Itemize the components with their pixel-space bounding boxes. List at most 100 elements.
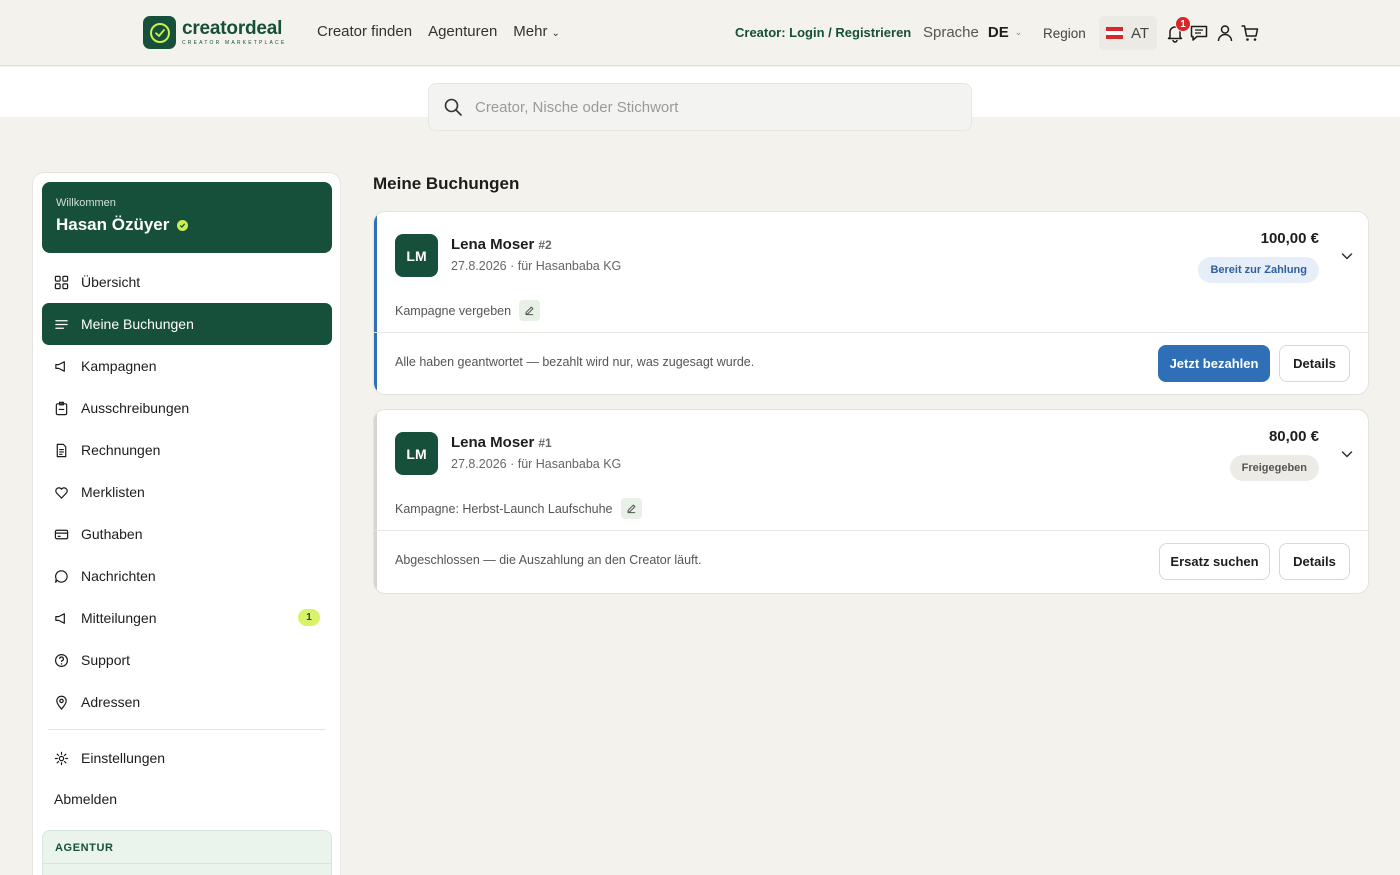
sidebar-item-label: Nachrichten bbox=[81, 568, 156, 584]
creator-name: Lena Moser #1 bbox=[451, 434, 552, 451]
mitteilungen-count-badge: 1 bbox=[298, 609, 320, 626]
chevron-down-icon: ⌄ bbox=[551, 28, 560, 39]
edit-icon[interactable] bbox=[620, 498, 642, 519]
sidebar-item-meine-buchungen[interactable]: Meine Buchungen bbox=[42, 303, 332, 345]
chevron-down-icon: ⌄ bbox=[1014, 27, 1023, 37]
creator-name-text: Lena Moser bbox=[451, 434, 535, 451]
card-divider bbox=[374, 530, 1368, 531]
gear-icon bbox=[54, 751, 69, 765]
sidebar-item-label: Rechnungen bbox=[81, 442, 161, 458]
logout-link[interactable]: Abmelden bbox=[54, 791, 117, 807]
logo[interactable]: creatordeal CREATOR MARKETPLACE bbox=[143, 16, 286, 49]
sidebar-item-mitteilungen[interactable]: Mitteilungen 1 bbox=[42, 597, 332, 639]
card-divider bbox=[374, 332, 1368, 333]
sidebar-item-nachrichten[interactable]: Nachrichten bbox=[42, 555, 332, 597]
region-value: AT bbox=[1131, 24, 1150, 42]
avatar: LM bbox=[395, 234, 438, 277]
campaign-label: Kampagne vergeben bbox=[395, 303, 512, 318]
nav-creator-finden[interactable]: Creator finden bbox=[317, 23, 412, 40]
sidebar-item-einstellungen[interactable]: Einstellungen bbox=[42, 737, 332, 779]
booking-note: Alle haben geantwortet — bezahlt wird nu… bbox=[395, 355, 755, 369]
logo-check-icon bbox=[143, 16, 176, 49]
sidebar-item-kampagnen[interactable]: Kampagnen bbox=[42, 345, 332, 387]
sidebar-item-label: Einstellungen bbox=[81, 750, 166, 766]
logo-tagline: CREATOR MARKETPLACE bbox=[182, 40, 287, 46]
sidebar-item-label: Kampagnen bbox=[81, 358, 157, 374]
creator-name-text: Lena Moser bbox=[451, 236, 535, 253]
sidebar: Willkommen Hasan Özüyer Übersicht Meine … bbox=[32, 172, 341, 875]
booking-note: Abgeschlossen — die Auszahlung an den Cr… bbox=[395, 553, 702, 567]
austria-flag-icon bbox=[1106, 27, 1123, 39]
sidebar-divider bbox=[48, 729, 326, 730]
region-selector[interactable]: AT bbox=[1099, 16, 1157, 50]
language-value: DE bbox=[987, 24, 1009, 41]
megaphone-icon bbox=[55, 360, 65, 372]
sidebar-item-support[interactable]: Support bbox=[42, 639, 332, 681]
region-label: Region bbox=[1043, 26, 1086, 41]
main-nav: Creator finden Agenturen Mehr ⌄ bbox=[317, 23, 592, 40]
sidebar-item-label: Merklisten bbox=[81, 484, 145, 500]
clipboard-icon bbox=[55, 401, 68, 415]
sidebar-item-label: Mitteilungen bbox=[81, 610, 157, 626]
page-title: Meine Buchungen bbox=[373, 174, 520, 193]
announcement-icon bbox=[55, 612, 65, 624]
cart-icon[interactable] bbox=[1240, 23, 1260, 43]
sidebar-item-ausschreibungen[interactable]: Ausschreibungen bbox=[42, 387, 332, 429]
chat-icon[interactable] bbox=[1189, 23, 1209, 43]
status-badge: Freigegeben bbox=[1229, 455, 1319, 481]
agency-section: AGENTUR bbox=[42, 830, 332, 875]
booking-price: 80,00 € bbox=[1268, 428, 1319, 445]
booking-price: 100,00 € bbox=[1260, 230, 1319, 247]
sidebar-item-label: Support bbox=[81, 652, 131, 668]
language-selector[interactable]: Sprache DE ⌄ bbox=[923, 24, 1022, 41]
nav-mehr-label: Mehr bbox=[513, 23, 548, 40]
booking-card: LM Lena Moser #1 27.8.2026 · für Hasanbab… bbox=[373, 409, 1369, 594]
search-input[interactable] bbox=[475, 98, 915, 116]
booking-card: LM Lena Moser #2 27.8.2026 · für Hasanbab… bbox=[373, 211, 1369, 395]
search-bar[interactable] bbox=[428, 83, 972, 131]
language-label: Sprache bbox=[923, 24, 979, 41]
sidebar-item-label: Guthaben bbox=[81, 526, 143, 542]
status-badge: Bereit zur Zahlung bbox=[1198, 257, 1319, 283]
sidebar-item-label: Ausschreibungen bbox=[81, 400, 190, 416]
sidebar-item-guthaben[interactable]: Guthaben bbox=[42, 513, 332, 555]
card-icon bbox=[54, 529, 69, 539]
location-icon bbox=[56, 695, 67, 710]
nav-mehr[interactable]: Mehr ⌄ bbox=[513, 23, 576, 40]
booking-meta: 27.8.2026 · für Hasanbaba KG bbox=[451, 259, 622, 273]
creator-login-link[interactable]: Creator: Login / Registrieren bbox=[735, 25, 911, 40]
details-button[interactable]: Details bbox=[1279, 345, 1350, 382]
sidebar-menu: Übersicht Meine Buchungen Kampagnen Auss… bbox=[42, 261, 332, 723]
pay-now-button[interactable]: Jetzt bezahlen bbox=[1158, 345, 1270, 382]
creator-name: Lena Moser #2 bbox=[451, 236, 552, 253]
nav-agenturen[interactable]: Agenturen bbox=[428, 23, 497, 40]
details-button[interactable]: Details bbox=[1279, 543, 1350, 580]
heart-icon bbox=[55, 486, 68, 499]
agency-section-title: AGENTUR bbox=[55, 842, 114, 854]
sidebar-item-label: Übersicht bbox=[81, 274, 141, 290]
find-replacement-button[interactable]: Ersatz suchen bbox=[1159, 543, 1270, 580]
help-icon bbox=[54, 653, 69, 667]
sidebar-item-merklisten[interactable]: Merklisten bbox=[42, 471, 332, 513]
avatar: LM bbox=[395, 432, 438, 475]
user-name: Hasan Özüyer bbox=[56, 215, 170, 234]
booking-accent-bar bbox=[374, 212, 377, 394]
campaign-label: Kampagne: Herbst-Launch Laufschuhe bbox=[395, 501, 613, 516]
sidebar-item-label: Meine Buchungen bbox=[81, 316, 194, 332]
user-icon[interactable] bbox=[1215, 23, 1235, 43]
chevron-down-icon[interactable] bbox=[1340, 249, 1354, 263]
invoice-icon bbox=[56, 443, 67, 457]
booking-number: #2 bbox=[538, 238, 552, 252]
logo-name: creatordeal bbox=[182, 18, 283, 39]
booking-meta: 27.8.2026 · für Hasanbaba KG bbox=[451, 457, 622, 471]
edit-icon[interactable] bbox=[519, 300, 541, 321]
welcome-label: Willkommen bbox=[56, 197, 116, 209]
sidebar-item-rechnungen[interactable]: Rechnungen bbox=[42, 429, 332, 471]
top-bar: creatordeal CREATOR MARKETPLACE Creator … bbox=[0, 0, 1400, 66]
chevron-down-icon[interactable] bbox=[1340, 447, 1354, 461]
welcome-card: Willkommen Hasan Özüyer bbox=[42, 182, 332, 253]
message-icon bbox=[55, 569, 68, 583]
sidebar-item-uebersicht[interactable]: Übersicht bbox=[42, 261, 332, 303]
booking-accent-bar bbox=[374, 410, 377, 593]
sidebar-item-adressen[interactable]: Adressen bbox=[42, 681, 332, 723]
